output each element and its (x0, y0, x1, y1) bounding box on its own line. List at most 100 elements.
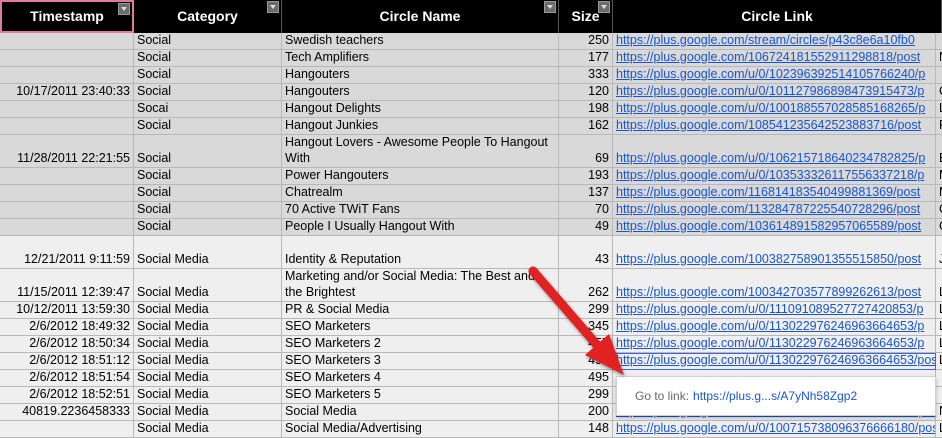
cell-circle-link[interactable]: https://plus.google.com/u/0/102396392514… (613, 67, 936, 84)
cell-size[interactable]: 495 (559, 370, 613, 387)
cell-extra[interactable]: P (936, 118, 942, 135)
cell-circle-link[interactable]: https://plus.google.com/u/0/100715738096… (613, 421, 936, 438)
cell-circle-name[interactable]: Tech Amplifiers (282, 50, 559, 67)
filter-dropdown-icon[interactable] (598, 1, 610, 13)
cell-circle-link[interactable]: https://plus.google.com/1003827589013555… (613, 236, 936, 269)
cell-size[interactable]: 250 (559, 33, 613, 50)
cell-extra[interactable]: L (936, 101, 942, 118)
cell-category[interactable]: Social Media (134, 319, 282, 336)
cell-size[interactable]: 299 (559, 387, 613, 404)
cell-extra[interactable]: L (936, 336, 942, 353)
cell-circle-link[interactable]: https://plus.google.com/1036148915829570… (613, 219, 936, 236)
cell-extra[interactable]: L (936, 269, 942, 302)
cell-timestamp[interactable] (0, 421, 134, 438)
cell-circle-link[interactable]: https://plus.google.com/u/0/106215718640… (613, 135, 936, 168)
cell-circle-link-text[interactable]: https://plus.google.com/u/0/100715738096… (616, 421, 935, 436)
cell-extra[interactable]: C (936, 84, 942, 101)
cell-circle-name[interactable]: Social Media/Advertising (282, 421, 559, 438)
cell-timestamp[interactable] (0, 33, 134, 50)
cell-extra[interactable]: L (936, 319, 942, 336)
cell-circle-name[interactable]: Hangout Junkies (282, 118, 559, 135)
cell-circle-link-text[interactable]: https://plus.google.com/1036148915829570… (616, 219, 921, 234)
cell-circle-link[interactable]: https://plus.google.com/u/0/103533326117… (613, 168, 936, 185)
cell-size[interactable]: 162 (559, 118, 613, 135)
cell-circle-link[interactable]: https://plus.google.com/1132847872255407… (613, 202, 936, 219)
cell-circle-link[interactable]: https://plus.google.com/1003427035778992… (613, 269, 936, 302)
cell-circle-link-text[interactable]: https://plus.google.com/u/0/106215718640… (616, 150, 925, 166)
cell-size[interactable]: 43 (559, 236, 613, 269)
cell-category[interactable]: Social (134, 135, 282, 168)
cell-circle-link-text[interactable]: https://plus.google.com/1067241815529112… (616, 50, 920, 65)
filter-dropdown-icon[interactable] (267, 1, 279, 13)
cell-circle-link-text[interactable]: https://plus.google.com/stream/circles/p… (616, 33, 915, 48)
cell-timestamp[interactable]: 10/17/2011 23:40:33 (0, 84, 134, 101)
cell-extra[interactable]: M (936, 168, 942, 185)
cell-category[interactable]: Social (134, 219, 282, 236)
cell-category[interactable]: Social (134, 50, 282, 67)
cell-size[interactable]: 137 (559, 185, 613, 202)
cell-category[interactable]: Social (134, 84, 282, 101)
cell-circle-link[interactable]: https://plus.google.com/u/0/113022976246… (613, 319, 936, 336)
cell-extra[interactable]: B (936, 135, 942, 168)
cell-size[interactable]: 49 (559, 219, 613, 236)
cell-circle-link-text[interactable]: https://plus.google.com/u/0/113022976246… (616, 353, 935, 368)
cell-extra[interactable]: N (936, 50, 942, 67)
cell-category[interactable]: Social Media (134, 269, 282, 302)
cell-circle-link-text[interactable]: https://plus.google.com/1085412356425238… (616, 118, 921, 133)
cell-size[interactable]: 299 (559, 302, 613, 319)
cell-size[interactable]: 200 (559, 404, 613, 421)
cell-extra[interactable]: N (936, 404, 942, 421)
cell-extra[interactable]: C (936, 219, 942, 236)
cell-category[interactable]: Social (134, 33, 282, 50)
cell-size[interactable]: 498 (559, 353, 613, 370)
cell-timestamp[interactable]: 10/12/2011 13:59:30 (0, 302, 134, 319)
cell-extra[interactable]: J (936, 236, 942, 269)
cell-size[interactable]: 69 (559, 135, 613, 168)
cell-circle-link-text[interactable]: https://plus.google.com/u/0/102396392514… (616, 67, 925, 82)
filter-dropdown-icon[interactable] (544, 1, 556, 13)
cell-circle-name[interactable]: SEO Marketers 2 (282, 336, 559, 353)
cell-circle-name[interactable]: Hangout Lovers - Awesome People To Hango… (282, 135, 559, 168)
cell-category[interactable]: Social Media (134, 353, 282, 370)
cell-category[interactable]: Social Media (134, 421, 282, 438)
tooltip-link[interactable]: https://plus.g...s/A7yNh58Zgp2 (693, 389, 857, 403)
cell-size[interactable]: 262 (559, 269, 613, 302)
header-timestamp[interactable]: Timestamp (0, 0, 134, 33)
cell-circle-link-text[interactable]: https://plus.google.com/u/0/100188557028… (616, 101, 925, 116)
cell-timestamp[interactable] (0, 67, 134, 84)
cell-circle-link-text[interactable]: https://plus.google.com/1168141835404998… (616, 185, 920, 200)
header-circle-link[interactable]: Circle Link (613, 0, 942, 33)
cell-circle-link-text[interactable]: https://plus.google.com/u/0/113022976246… (616, 319, 924, 334)
cell-size[interactable]: 148 (559, 421, 613, 438)
cell-category[interactable]: Social (134, 67, 282, 84)
cell-category[interactable]: Socai (134, 101, 282, 118)
header-circle-name[interactable]: Circle Name (282, 0, 559, 33)
cell-size[interactable]: 193 (559, 168, 613, 185)
cell-circle-link[interactable]: https://plus.google.com/u/0/101127986898… (613, 84, 936, 101)
cell-category[interactable]: Social Media (134, 302, 282, 319)
cell-extra[interactable]: L (936, 421, 942, 438)
cell-size[interactable]: 120 (559, 84, 613, 101)
cell-timestamp[interactable]: 11/28/2011 22:21:55 (0, 135, 134, 168)
cell-timestamp[interactable]: 11/15/2011 12:39:47 (0, 269, 134, 302)
cell-category[interactable]: Social Media (134, 404, 282, 421)
cell-circle-link[interactable]: https://plus.google.com/1067241815529112… (613, 50, 936, 67)
cell-circle-link[interactable]: https://plus.google.com/1168141835404998… (613, 185, 936, 202)
cell-timestamp[interactable] (0, 219, 134, 236)
cell-category[interactable]: Social Media (134, 236, 282, 269)
cell-size[interactable]: 333 (559, 67, 613, 84)
cell-timestamp[interactable]: 2/6/2012 18:49:32 (0, 319, 134, 336)
cell-circle-name[interactable]: Social Media (282, 404, 559, 421)
cell-circle-link-text[interactable]: https://plus.google.com/1003827589013555… (616, 251, 921, 267)
cell-timestamp[interactable] (0, 202, 134, 219)
cell-circle-name[interactable]: Hangout Delights (282, 101, 559, 118)
cell-circle-name[interactable]: SEO Marketers 5 (282, 387, 559, 404)
cell-circle-name[interactable]: SEO Marketers 3 (282, 353, 559, 370)
cell-category[interactable]: Social (134, 168, 282, 185)
cell-category[interactable]: Social Media (134, 370, 282, 387)
cell-circle-link-text[interactable]: https://plus.google.com/u/0/113022976246… (616, 336, 924, 351)
cell-circle-name[interactable]: 70 Active TWiT Fans (282, 202, 559, 219)
cell-timestamp[interactable] (0, 185, 134, 202)
cell-category[interactable]: Social Media (134, 387, 282, 404)
cell-circle-name[interactable]: Power Hangouters (282, 168, 559, 185)
